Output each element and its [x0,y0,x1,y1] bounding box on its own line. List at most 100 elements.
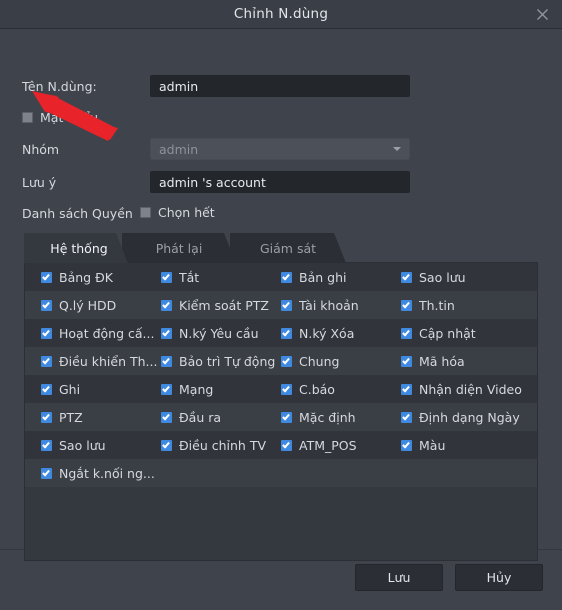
permission-label: Tắt [179,269,200,285]
permission-item[interactable]: Sao lưu [401,263,533,291]
permission-item[interactable]: ATM_POS [281,431,401,459]
permission-label: Ghi [59,381,81,397]
permission-item[interactable]: Mã hóa [401,347,533,375]
permission-checkbox[interactable] [281,299,292,311]
permission-label: Bản ghi [299,269,347,285]
permission-item[interactable]: Ngắt k.nối ng... [41,459,163,487]
save-button[interactable]: Lưu [355,564,443,591]
dialog-titlebar: Chỉnh N.dùng [0,0,562,29]
permission-row: PTZ Đầu ra Mặc định Định dạng Ngày [25,403,537,431]
permission-item[interactable]: Mặc định [281,403,401,431]
permission-checkbox[interactable] [281,355,292,367]
permission-checkbox[interactable] [161,411,172,423]
permission-item[interactable]: PTZ [41,403,163,431]
permission-label: Điều chỉnh TV [179,437,267,453]
permission-label: Bảng ĐK [59,269,113,285]
tab-he-thong[interactable]: Hệ thống [24,233,128,263]
permission-checkbox[interactable] [41,355,52,367]
permission-item[interactable]: Điều chỉnh TV [161,431,283,459]
permission-label: Tài khoản [299,297,359,313]
tab-phat-lai[interactable]: Phát lại [122,233,236,263]
permission-checkbox[interactable] [161,271,172,283]
permission-checkbox[interactable] [161,439,172,451]
permission-checkbox[interactable] [161,355,172,367]
permission-list-label: Danh sách Quyền [22,206,133,221]
select-all-checkbox[interactable] [140,207,151,218]
permission-item[interactable]: Tắt [161,263,283,291]
permission-checkbox[interactable] [41,467,52,479]
permission-checkbox[interactable] [401,327,412,339]
permission-item[interactable]: Kiểm soát PTZ [161,291,283,319]
permission-item[interactable]: Cập nhật [401,319,533,347]
permission-item[interactable]: Hoạt động cấ... [41,319,163,347]
permission-checkbox[interactable] [161,299,172,311]
permission-label: Bảo trì Tự động [179,353,276,369]
tab-giam-sat[interactable]: Giám sát [230,233,346,263]
permission-item[interactable]: Chung [281,347,401,375]
group-select-value: admin [159,141,199,157]
permission-item[interactable]: Màu [401,431,533,459]
cancel-button[interactable]: Hủy [455,564,543,591]
select-all-checkbox-row[interactable]: Chọn hết [140,205,215,220]
permission-checkbox[interactable] [401,439,412,451]
permission-label: ATM_POS [299,437,357,453]
permission-item[interactable]: Nhận diện Video [401,375,533,403]
close-icon[interactable] [532,4,552,24]
permission-label: Mặc định [299,409,356,425]
permission-checkbox[interactable] [401,355,412,367]
permission-row: Q.lý HDD Kiểm soát PTZ Tài khoản Th.tin [25,291,537,319]
permission-checkbox[interactable] [161,327,172,339]
permission-item[interactable]: Tài khoản [281,291,401,319]
note-label: Lưu ý [22,175,57,190]
permission-item[interactable]: Định dạng Ngày [401,403,533,431]
password-checkbox[interactable] [22,112,33,123]
permission-item[interactable]: Sao lưu [41,431,163,459]
permission-item[interactable]: C.báo [281,375,401,403]
permission-item[interactable]: Bản ghi [281,263,401,291]
permission-checkbox[interactable] [41,299,52,311]
tab-label: Hệ thống [50,240,108,256]
group-select[interactable]: admin [150,138,410,160]
username-input[interactable] [150,75,410,97]
permission-checkbox[interactable] [41,439,52,451]
password-checkbox-row[interactable]: Mật khẩu [22,110,98,125]
permission-checkbox[interactable] [401,271,412,283]
permission-checkbox[interactable] [281,327,292,339]
permission-item[interactable]: Mạng [161,375,283,403]
dialog-title: Chỉnh N.dùng [233,6,329,22]
permission-checkbox[interactable] [41,411,52,423]
permission-label: PTZ [59,409,83,425]
permission-label: Nhận diện Video [419,381,522,397]
permission-label: Sao lưu [59,437,106,453]
permission-checkbox[interactable] [41,271,52,283]
permission-item[interactable]: Đầu ra [161,403,283,431]
permission-checkbox[interactable] [401,383,412,395]
tab-label: Phát lại [155,240,203,256]
note-input[interactable] [150,171,410,193]
permission-item[interactable]: N.ký Xóa [281,319,401,347]
permission-label: Kiểm soát PTZ [179,297,269,313]
permission-tabs: Hệ thống Phát lại Giám sát [24,233,340,263]
permission-item[interactable]: Q.lý HDD [41,291,163,319]
permission-item[interactable]: Th.tin [401,291,533,319]
permission-label: N.ký Yêu cầu [179,325,259,341]
permission-checkbox[interactable] [401,299,412,311]
permission-checkbox[interactable] [161,383,172,395]
permission-checkbox[interactable] [281,383,292,395]
permission-label: Chung [299,353,340,369]
permission-item[interactable]: Bảo trì Tự động [161,347,283,375]
permission-checkbox[interactable] [281,439,292,451]
permission-item[interactable]: Ghi [41,375,163,403]
permission-item[interactable]: Điều khiển Th... [41,347,163,375]
permission-label: Hoạt động cấ... [59,325,155,341]
permission-item[interactable]: N.ký Yêu cầu [161,319,283,347]
permission-checkbox[interactable] [401,411,412,423]
permission-item[interactable]: Bảng ĐK [41,263,163,291]
tab-label: Giám sát [259,240,317,256]
permission-checkbox[interactable] [41,327,52,339]
permission-checkbox[interactable] [281,271,292,283]
permission-row: Sao lưu Điều chỉnh TV ATM_POS Màu [25,431,537,459]
permission-checkbox[interactable] [281,411,292,423]
permission-checkbox[interactable] [41,383,52,395]
permission-label: Q.lý HDD [59,297,117,313]
